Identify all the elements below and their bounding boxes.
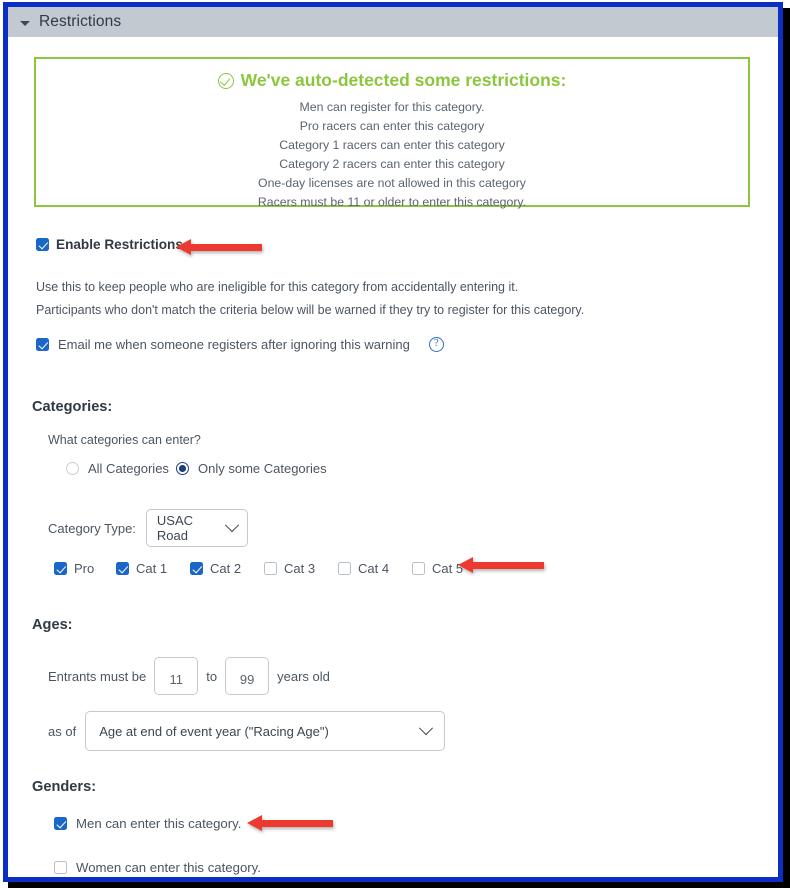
description-line-1: Use this to keep people who are ineligib… xyxy=(36,280,519,294)
auto-detected-box: We've auto-detected some restrictions: M… xyxy=(34,57,750,209)
auto-detected-title: We've auto-detected some restrictions: xyxy=(240,70,567,90)
restrictions-window: Restrictions We've auto-detected some re… xyxy=(3,2,783,882)
page-title: Restrictions xyxy=(39,13,122,30)
category-checkbox-cat-2-label: Cat 2 xyxy=(210,561,242,576)
auto-detected-line: Pro racers can enter this category xyxy=(299,119,485,133)
email-notify-checkbox[interactable] xyxy=(36,338,49,351)
category-checkbox-pro[interactable]: Pro xyxy=(54,561,94,576)
categories-heading: Categories: xyxy=(32,399,113,415)
enable-restrictions-row[interactable]: Enable Restrictions xyxy=(36,237,183,252)
auto-detected-line: Category 2 racers can enter this categor… xyxy=(279,157,505,171)
age-as-of-value: Age at end of event year ("Racing Age") xyxy=(99,723,329,739)
radio-all-categories[interactable]: All Categories xyxy=(66,461,169,476)
gender-checkbox-women-control[interactable] xyxy=(54,861,67,874)
auto-detected-line: Racers must be 11 or older to enter this… xyxy=(257,195,527,209)
category-checkbox-cat-4-label: Cat 4 xyxy=(358,561,390,576)
age-as-of-select[interactable]: Age at end of event year ("Racing Age") xyxy=(85,711,446,751)
radio-all-categories-label: All Categories xyxy=(88,461,169,476)
auto-detected-line: Category 1 racers can enter this categor… xyxy=(279,138,505,152)
gender-checkbox-women[interactable]: Women can enter this category. xyxy=(54,860,261,875)
category-checkbox-cat-1-label: Cat 1 xyxy=(136,561,168,576)
caret-down-icon[interactable] xyxy=(20,20,30,26)
age-between-label: to xyxy=(206,668,218,684)
category-checkbox-cat-3-label: Cat 3 xyxy=(284,561,316,576)
category-checkbox-cat-4[interactable]: Cat 4 xyxy=(338,561,389,576)
auto-detected-line: Men can register for this category. xyxy=(299,100,485,114)
category-checkbox-cat-5[interactable]: Cat 5 xyxy=(412,561,463,576)
ages-heading: Ages: xyxy=(32,617,73,633)
age-min-input[interactable]: 11 xyxy=(154,657,199,695)
age-as-of-row: as of Age at end of event year ("Racing … xyxy=(48,711,446,751)
category-checkbox-cat-1-control[interactable] xyxy=(116,562,129,575)
category-checkbox-cat-5-control[interactable] xyxy=(412,562,425,575)
categories-question: What categories can enter? xyxy=(48,433,201,447)
enable-restrictions-checkbox[interactable] xyxy=(36,238,49,251)
category-type-label: Category Type: xyxy=(48,520,136,536)
enable-restrictions-label: Enable Restrictions xyxy=(56,237,183,252)
chevron-down-icon xyxy=(224,518,239,533)
window-titlebar[interactable]: Restrictions xyxy=(8,7,778,37)
category-checkbox-pro-control[interactable] xyxy=(54,562,67,575)
check-circle-icon xyxy=(217,72,234,89)
category-checkbox-cat-4-control[interactable] xyxy=(338,562,351,575)
radio-all-categories-control[interactable] xyxy=(66,462,79,475)
auto-detected-title-row: We've auto-detected some restrictions: xyxy=(36,70,748,91)
category-checkbox-cat-3[interactable]: Cat 3 xyxy=(264,561,315,576)
category-type-select[interactable]: USAC Road xyxy=(145,509,248,547)
radio-only-some-categories-label: Only some Categories xyxy=(198,461,327,476)
restrictions-panel: We've auto-detected some restrictions: M… xyxy=(8,37,778,877)
email-notify-label: Email me when someone registers after ig… xyxy=(58,337,410,352)
help-circle-icon[interactable]: ? xyxy=(428,337,444,352)
auto-detected-line: One-day licenses are not allowed in this… xyxy=(258,176,526,190)
age-as-of-label: as of xyxy=(48,723,77,739)
radio-only-some-categories[interactable]: Only some Categories xyxy=(176,461,327,476)
gender-checkbox-women-label: Women can enter this category. xyxy=(76,860,261,875)
age-prefix-label: Entrants must be xyxy=(48,668,147,684)
annotation-arrow-cat-5 xyxy=(458,557,544,573)
age-max-input[interactable]: 99 xyxy=(225,657,270,695)
category-checkbox-cat-2[interactable]: Cat 2 xyxy=(190,561,241,576)
category-checkbox-pro-label: Pro xyxy=(74,561,95,576)
annotation-arrow-men-can-enter xyxy=(247,815,333,831)
annotation-arrow-enable-restrictions xyxy=(176,239,262,255)
gender-checkbox-men-control[interactable] xyxy=(54,817,67,830)
description-line-2: Participants who don't match the criteri… xyxy=(36,303,585,317)
age-suffix-label: years old xyxy=(277,668,330,684)
gender-checkbox-men-label: Men can enter this category. xyxy=(76,816,242,831)
email-notify-row[interactable]: Email me when someone registers after ig… xyxy=(36,337,444,352)
gender-checkbox-men[interactable]: Men can enter this category. xyxy=(54,816,241,831)
category-checkbox-cat-2-control[interactable] xyxy=(190,562,203,575)
radio-only-some-categories-control[interactable] xyxy=(176,462,189,475)
category-checkbox-cat-3-control[interactable] xyxy=(264,562,277,575)
category-checkbox-cat-1[interactable]: Cat 1 xyxy=(116,561,167,576)
age-range-row: Entrants must be 11 to 99 years old xyxy=(48,657,330,695)
chevron-down-icon xyxy=(419,721,434,736)
category-type-row: Category Type: USAC Road xyxy=(48,509,248,547)
genders-heading: Genders: xyxy=(32,779,97,795)
category-type-value: USAC Road xyxy=(156,513,194,543)
